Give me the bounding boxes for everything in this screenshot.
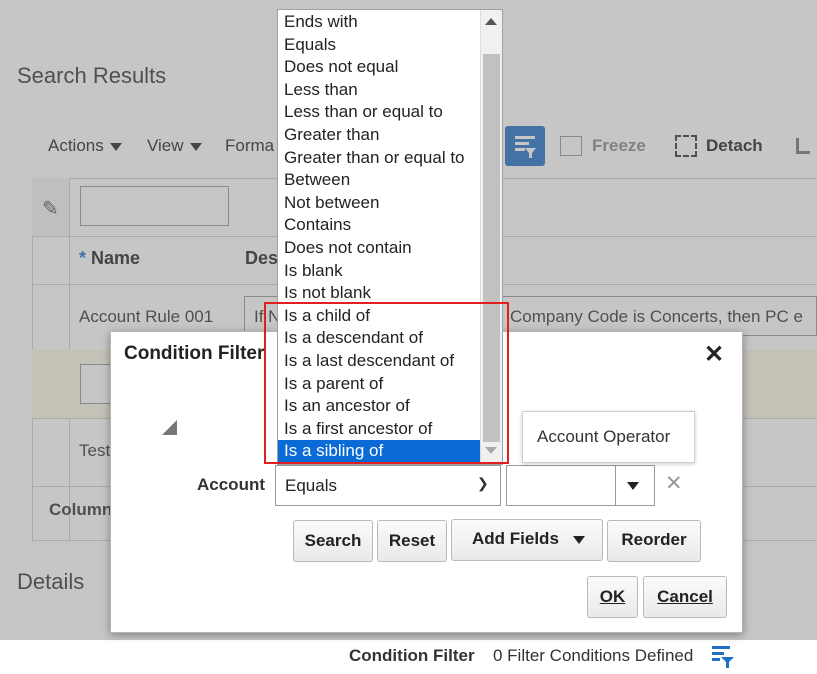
scrollbar-thumb[interactable] bbox=[483, 54, 500, 442]
option-is-a-last-descendant-of[interactable]: Is a last descendant of bbox=[278, 350, 480, 373]
resize-corner-icon bbox=[162, 420, 177, 435]
account-label: Account bbox=[197, 475, 265, 494]
cancel-button[interactable]: Cancel bbox=[643, 576, 727, 618]
option-is-a-parent-of[interactable]: Is a parent of bbox=[278, 373, 480, 396]
add-fields-label: Add Fields bbox=[472, 529, 559, 548]
option-does-not-contain[interactable]: Does not contain bbox=[278, 237, 480, 260]
option-is-an-ancestor-of[interactable]: Is an ancestor of bbox=[278, 395, 480, 418]
option-is-a-descendant-of[interactable]: Is a descendant of bbox=[278, 327, 480, 350]
option-is-a-sibling-of[interactable]: Is a sibling of bbox=[278, 440, 480, 463]
option-contains[interactable]: Contains bbox=[278, 214, 480, 237]
account-value-input[interactable] bbox=[506, 465, 616, 506]
option-greater-than[interactable]: Greater than bbox=[278, 124, 480, 147]
filter-icon[interactable] bbox=[712, 644, 734, 673]
scroll-down-arrow-icon[interactable] bbox=[485, 447, 497, 454]
account-operator-tooltip: Account Operator bbox=[522, 411, 695, 463]
option-less-than[interactable]: Less than bbox=[278, 79, 480, 102]
option-equals[interactable]: Equals bbox=[278, 34, 480, 57]
option-does-not-equal[interactable]: Does not equal bbox=[278, 56, 480, 79]
reorder-button[interactable]: Reorder bbox=[607, 520, 701, 562]
option-ends-with[interactable]: Ends with bbox=[278, 11, 480, 34]
chevron-down-icon: ❯ bbox=[477, 475, 489, 491]
operator-dropdown-list[interactable]: Ends with Equals Does not equal Less tha… bbox=[277, 9, 503, 465]
clear-x-icon[interactable]: ✕ bbox=[665, 471, 683, 496]
scroll-up-arrow-icon[interactable] bbox=[485, 18, 497, 25]
option-is-blank[interactable]: Is blank bbox=[278, 260, 480, 283]
operator-value: Equals bbox=[285, 476, 337, 495]
option-is-not-blank[interactable]: Is not blank bbox=[278, 282, 480, 305]
dropdown-scrollbar[interactable] bbox=[480, 10, 502, 464]
option-greater-than-or-equal-to[interactable]: Greater than or equal to bbox=[278, 147, 480, 170]
add-fields-button[interactable]: Add Fields bbox=[451, 519, 603, 561]
option-between[interactable]: Between bbox=[278, 169, 480, 192]
search-button[interactable]: Search bbox=[293, 520, 373, 562]
option-less-than-or-equal-to[interactable]: Less than or equal to bbox=[278, 101, 480, 124]
reset-button[interactable]: Reset bbox=[377, 520, 447, 562]
option-is-a-first-ancestor-of[interactable]: Is a first ancestor of bbox=[278, 418, 480, 441]
ok-button[interactable]: OK bbox=[587, 576, 638, 618]
dialog-title: Condition Filter bbox=[124, 343, 265, 364]
condition-filter-label: Condition Filter bbox=[349, 646, 475, 665]
option-is-a-child-of[interactable]: Is a child of bbox=[278, 305, 480, 328]
close-icon[interactable]: ✕ bbox=[704, 340, 724, 369]
account-value-dropdown-button[interactable] bbox=[615, 465, 655, 506]
option-not-between[interactable]: Not between bbox=[278, 192, 480, 215]
chevron-down-icon bbox=[627, 482, 639, 490]
chevron-down-icon bbox=[572, 535, 585, 544]
account-operator-select[interactable]: Equals ❯ bbox=[275, 465, 501, 506]
condition-filter-count: 0 Filter Conditions Defined bbox=[493, 646, 694, 665]
